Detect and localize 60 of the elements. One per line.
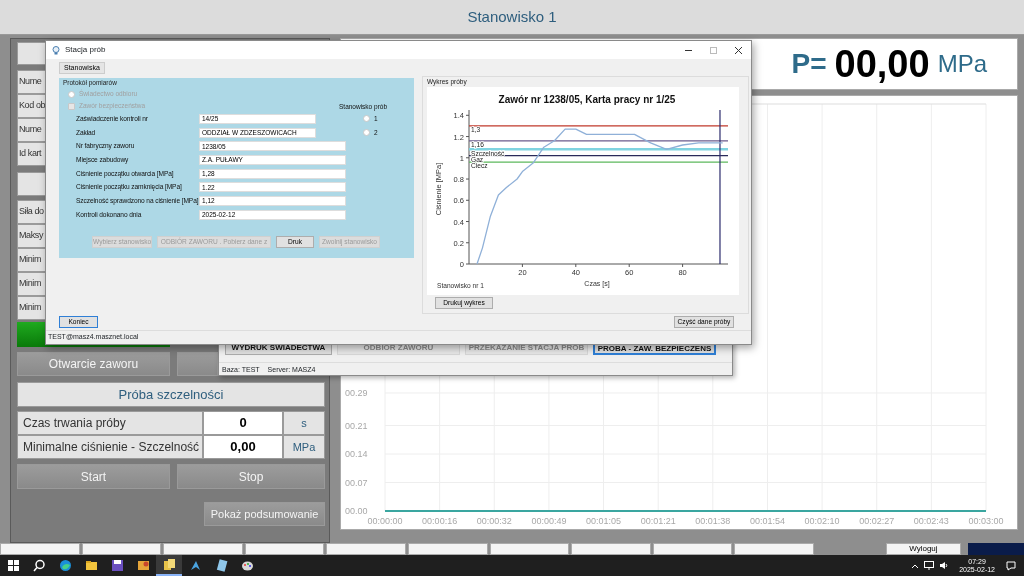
network-icon[interactable] [924, 561, 935, 570]
tick-label: 00:01:54 [749, 516, 785, 526]
pressure-unit: MPa [937, 49, 987, 79]
pressure-value: 00,00 [834, 41, 930, 87]
tick-label: 00.21 [345, 420, 368, 431]
pressure-label: P= [791, 47, 827, 81]
paint-icon[interactable] [240, 559, 254, 572]
parameter-label: Minim [18, 253, 41, 267]
app-icon [52, 45, 60, 55]
parameter-label: Siła do [18, 205, 44, 219]
close-icon[interactable] [734, 45, 743, 55]
unit-cell: MPa [283, 435, 325, 459]
tick-label: 00:00:49 [531, 516, 567, 526]
parameter-label: Id kart [18, 147, 42, 161]
section-title: Próba szczelności [118, 385, 224, 404]
tick-label: 00:00:32 [476, 516, 512, 526]
documents-icon[interactable] [162, 558, 176, 571]
tick-label: 00.00 [345, 506, 368, 516]
blank-button[interactable] [652, 543, 733, 555]
search-icon[interactable] [32, 559, 46, 572]
browser-icon[interactable] [58, 559, 72, 572]
tick-label: 00:03:00 [968, 516, 1004, 526]
tick-label: 00:00:00 [367, 516, 403, 526]
table-cell: Minimalne ciśnienie - Szczelność [17, 435, 203, 459]
tick-label: 00.07 [345, 477, 368, 488]
notepad-icon[interactable] [214, 559, 228, 572]
clock-panel [967, 543, 1024, 555]
blank-button[interactable] [489, 543, 570, 555]
parameter-label: Nume [18, 75, 42, 89]
tick-label: 00.14 [345, 449, 368, 459]
notification-icon[interactable] [1006, 560, 1016, 571]
tick-label: 00:00:16 [422, 516, 458, 526]
radio-button[interactable] [363, 129, 370, 137]
tick-label: 00:02:10 [804, 516, 840, 526]
start-icon[interactable] [6, 559, 20, 572]
tick-label: 00:01:21 [640, 516, 676, 526]
value-cell: 0,00 [203, 435, 283, 459]
speaker-icon[interactable] [939, 561, 949, 570]
tick-label: 00:02:27 [859, 516, 895, 526]
chevron-up-icon[interactable] [911, 562, 920, 569]
tick-label: 00.29 [345, 387, 368, 398]
radio-button[interactable] [363, 115, 370, 123]
tick-label: 00:01:38 [695, 516, 731, 526]
app-title: Stanowisko 1 [467, 6, 557, 27]
chart-title: Zawór nr 1238/05, Karta pracy nr 1/25 [498, 94, 676, 105]
parameter-label: Maksy [18, 229, 43, 243]
app-icon[interactable] [136, 559, 150, 572]
parameter-label: Minim [18, 277, 41, 291]
unit-cell: s [283, 411, 325, 435]
logout-button[interactable]: Wyloguj [885, 543, 961, 555]
dialog-title: Stacja prób [65, 44, 106, 56]
tick-label: 00:01:05 [586, 516, 622, 526]
value-cell: 0 [203, 411, 283, 435]
parameter-label: Minim [18, 301, 41, 315]
tick-label: 00:02:43 [913, 516, 949, 526]
parameter-label: Kod ob [18, 99, 46, 113]
arrow-icon[interactable] [188, 559, 202, 572]
folder-icon[interactable] [84, 559, 98, 572]
table-cell: Czas trwania próby [17, 411, 203, 435]
parameter-label: Nume [18, 123, 42, 137]
